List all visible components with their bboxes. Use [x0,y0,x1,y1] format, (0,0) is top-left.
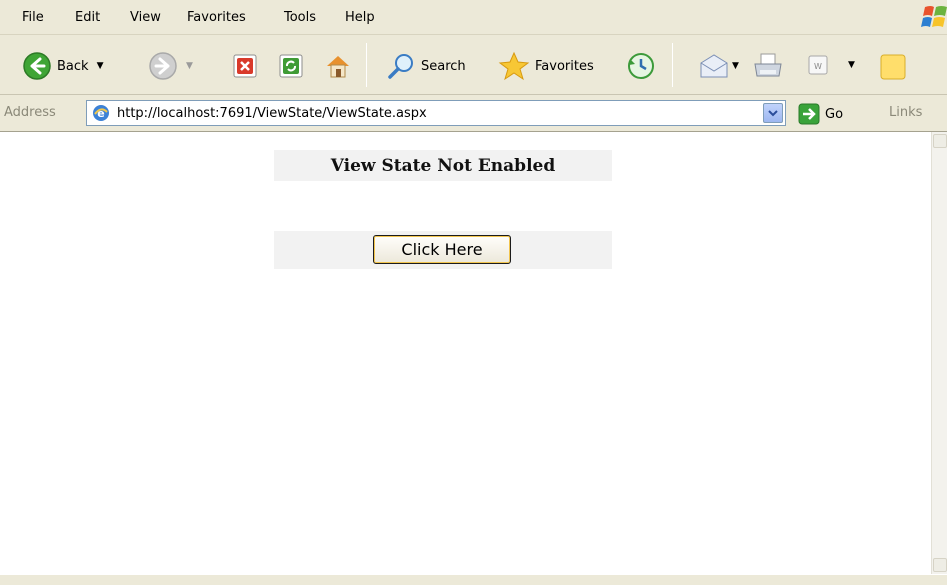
mail-dropdown-icon[interactable]: ▼ [732,61,739,71]
page-heading: View State Not Enabled [330,155,556,176]
back-label: Back [57,58,89,74]
links-label[interactable]: Links [889,105,922,120]
forward-button[interactable]: ▼ [148,51,193,81]
toolbar-separator [366,43,367,87]
favorites-star-icon [498,51,530,81]
click-here-button[interactable]: Click Here [373,235,511,264]
search-button[interactable]: Search [386,51,466,81]
address-label: Address [4,105,56,120]
edit-button[interactable]: W ▼ [806,53,855,77]
scroll-up-icon[interactable] [933,134,947,148]
menu-view[interactable]: View [130,10,161,25]
stop-icon[interactable] [232,53,258,79]
page-content: View State Not Enabled Click Here [0,132,931,574]
favorites-label: Favorites [535,58,594,74]
toolbar: Back ▼ ▼ Search Favorites ▼ W ▼ [0,35,947,95]
menu-bar: File Edit View Favorites Tools Help [0,0,947,35]
address-dropdown-icon[interactable] [763,103,783,123]
mail-button[interactable]: ▼ [698,51,739,81]
go-button[interactable]: Go [798,103,843,125]
scroll-down-icon[interactable] [933,558,947,572]
history-icon[interactable] [626,51,656,81]
go-label: Go [825,106,844,122]
search-label: Search [421,58,466,74]
print-icon[interactable] [752,51,784,81]
forward-dropdown-icon[interactable]: ▼ [186,61,193,71]
windows-logo-icon [921,6,947,27]
menu-favorites[interactable]: Favorites [187,10,246,25]
address-bar: Address e http://localhost:7691/ViewStat… [0,95,947,132]
status-bar [0,574,947,585]
forward-arrow-icon [149,52,177,80]
back-dropdown-icon[interactable]: ▼ [97,61,104,71]
menu-edit[interactable]: Edit [75,10,100,25]
vertical-scrollbar[interactable] [931,132,947,574]
edit-icon: W [808,55,828,75]
messenger-icon[interactable] [878,52,908,82]
menu-tools[interactable]: Tools [284,10,316,25]
back-arrow-icon [23,52,51,80]
svg-text:W: W [814,62,822,71]
go-arrow-icon [798,103,820,125]
refresh-icon[interactable] [278,53,304,79]
button-cell: Click Here [274,231,612,269]
ie-page-icon: e [93,105,109,121]
heading-cell: View State Not Enabled [274,150,612,181]
search-icon [388,54,413,79]
toolbar-separator [672,43,673,87]
favorites-button[interactable]: Favorites [498,51,594,81]
address-url: http://localhost:7691/ViewState/ViewStat… [117,105,427,121]
address-input[interactable]: e http://localhost:7691/ViewState/ViewSt… [86,100,786,126]
menu-help[interactable]: Help [345,10,375,25]
home-icon[interactable] [323,51,353,81]
svg-text:e: e [97,107,104,120]
menu-file[interactable]: File [22,10,44,25]
back-button[interactable]: Back ▼ [22,51,103,81]
mail-icon [700,54,728,78]
edit-dropdown-icon[interactable]: ▼ [848,60,855,70]
